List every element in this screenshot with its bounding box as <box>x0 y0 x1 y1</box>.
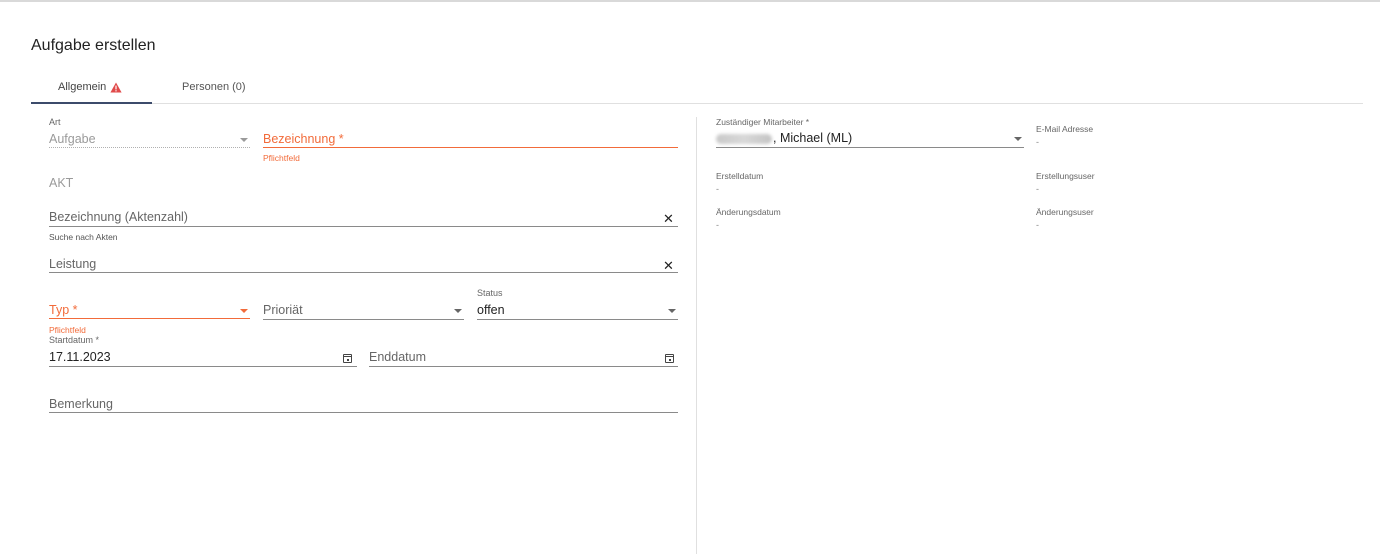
leistung-placeholder: Leistung <box>49 257 97 271</box>
bemerkung-underline <box>49 412 678 413</box>
bezeichnung-input[interactable]: Bezeichnung * Pflichtfeld <box>263 115 678 165</box>
chevron-down-icon <box>240 309 248 313</box>
tab-allgemein-label: Allgemein <box>58 81 107 93</box>
mitarbeiter-underline <box>716 147 1024 148</box>
aktenzahl-hint: Suche nach Akten <box>49 232 118 242</box>
typ-select[interactable]: Typ * Pflichtfeld <box>49 296 250 336</box>
akt-section-heading: AKT <box>49 176 74 190</box>
bezeichnung-underline <box>263 147 678 148</box>
column-divider <box>696 117 697 554</box>
warning-triangle-icon <box>110 82 122 92</box>
status-underline <box>477 319 678 320</box>
startdatum-value: 17.11.2023 <box>49 350 111 364</box>
erstelldatum-value: - <box>716 184 719 194</box>
tabs-divider <box>31 103 1363 104</box>
close-icon[interactable]: ✕ <box>663 212 674 225</box>
mitarbeiter-select[interactable]: Zuständiger Mitarbeiter * , Michael (ML) <box>716 114 1024 150</box>
email-value: - <box>1036 137 1039 147</box>
top-border <box>0 0 1380 2</box>
status-value: offen <box>477 303 505 317</box>
tab-allgemein[interactable]: Allgemein <box>58 81 122 93</box>
bezeichnung-placeholder: Bezeichnung * <box>263 132 344 146</box>
aenderungsdatum-value: - <box>716 220 719 230</box>
aenderungsdatum-label: Änderungsdatum <box>716 207 781 217</box>
calendar-icon[interactable] <box>665 354 674 363</box>
aktenzahl-input[interactable]: Bezeichnung (Aktenzahl) ✕ Suche nach Akt… <box>49 200 678 244</box>
prioritaet-underline <box>263 319 464 320</box>
art-select[interactable]: Art Aufgabe <box>49 115 250 151</box>
startdatum-input[interactable]: Startdatum * 17.11.2023 <box>49 334 357 368</box>
aktenzahl-placeholder: Bezeichnung (Aktenzahl) <box>49 210 188 224</box>
startdatum-label: Startdatum * <box>49 335 100 345</box>
typ-underline <box>49 318 250 319</box>
prioritaet-placeholder: Prioriät <box>263 303 303 317</box>
startdatum-underline <box>49 366 357 367</box>
chevron-down-icon <box>668 309 676 313</box>
redacted-name <box>716 133 772 144</box>
leistung-input[interactable]: Leistung ✕ <box>49 250 678 274</box>
bezeichnung-error: Pflichtfeld <box>263 153 300 163</box>
enddatum-placeholder: Enddatum <box>369 350 426 364</box>
close-icon[interactable]: ✕ <box>663 259 674 272</box>
mitarbeiter-label: Zuständiger Mitarbeiter * <box>716 117 810 127</box>
dialog-title: Aufgabe erstellen <box>31 37 156 54</box>
art-label: Art <box>49 117 61 127</box>
bemerkung-input[interactable]: Bemerkung <box>49 390 678 414</box>
tab-personen-label: Personen (0) <box>182 81 246 93</box>
enddatum-input[interactable]: Enddatum <box>369 334 678 368</box>
aktenzahl-underline <box>49 226 678 227</box>
prioritaet-select[interactable]: Prioriät <box>263 296 464 322</box>
erstellungsuser-label: Erstellungsuser <box>1036 171 1095 181</box>
mitarbeiter-value: , Michael (ML) <box>773 131 853 145</box>
art-underline <box>49 147 250 148</box>
chevron-down-icon <box>454 309 462 313</box>
active-tab-indicator <box>31 102 152 104</box>
erstelldatum-label: Erstelldatum <box>716 171 764 181</box>
bemerkung-placeholder: Bemerkung <box>49 397 113 411</box>
enddatum-underline <box>369 366 678 367</box>
aenderungsuser-label: Änderungsuser <box>1036 207 1094 217</box>
mitarbeiter-value-wrap: , Michael (ML) <box>716 131 852 145</box>
tab-personen[interactable]: Personen (0) <box>182 81 246 93</box>
art-value: Aufgabe <box>49 132 96 146</box>
email-label: E-Mail Adresse <box>1036 124 1094 134</box>
chevron-down-icon <box>1014 137 1022 141</box>
chevron-down-icon <box>240 138 248 142</box>
typ-placeholder: Typ * <box>49 303 78 317</box>
calendar-icon[interactable] <box>343 354 352 363</box>
leistung-underline <box>49 272 678 273</box>
status-label: Status <box>477 288 503 298</box>
status-select[interactable]: Status offen <box>477 286 678 322</box>
aenderungsuser-value: - <box>1036 220 1039 230</box>
erstellungsuser-value: - <box>1036 184 1039 194</box>
